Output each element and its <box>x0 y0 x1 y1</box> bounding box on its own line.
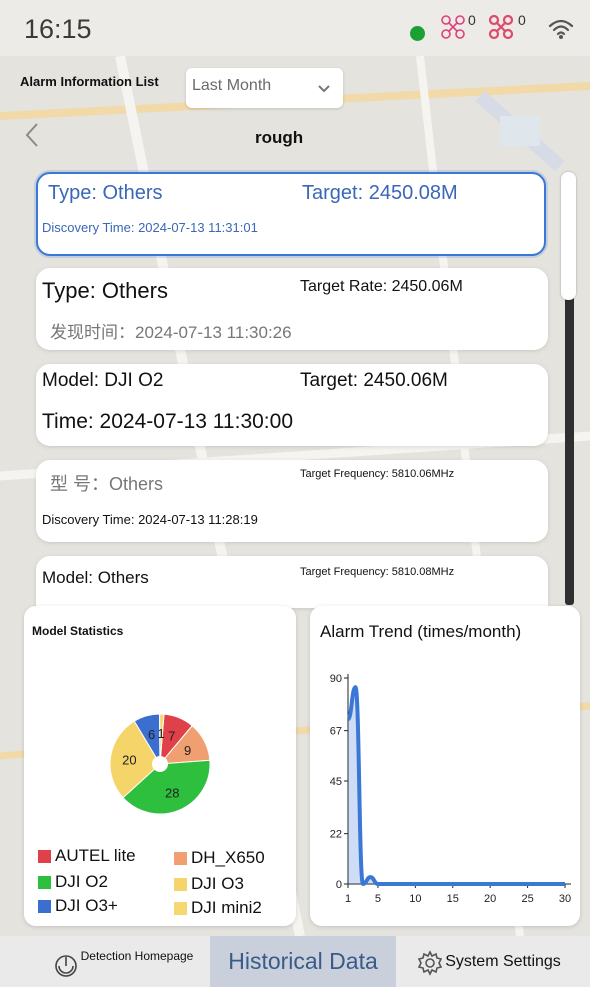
pie-slice-label: 28 <box>165 785 179 800</box>
list-subtitle: rough <box>255 128 304 147</box>
legend-label: DJI mini2 <box>191 898 262 917</box>
legend-item: DJI O3+ <box>38 896 118 916</box>
nav-history-label: Historical Data <box>228 948 378 974</box>
period-dropdown[interactable]: Last Month <box>186 68 343 108</box>
alarm-time: Discovery Time: 2024-07-13 11:31:01 <box>42 220 258 235</box>
legend-item: DH_X650 <box>174 848 265 868</box>
y-tick-label: 67 <box>330 726 342 738</box>
legend-label: AUTEL lite <box>55 846 136 865</box>
x-tick-label: 10 <box>409 893 421 905</box>
legend-item: DJI O3 <box>174 874 244 894</box>
nav-detection-homepage[interactable]: Detection Homepage <box>34 936 212 987</box>
y-tick-label: 22 <box>330 829 342 841</box>
alarm-trend-chart: 0224567901 5 10 15 20 25 30 <box>330 673 571 905</box>
alarm-type: 型 号：Others <box>50 474 164 494</box>
legend-item: DJI O2 <box>38 872 108 892</box>
alarm-time: Time: 2024-07-13 11:30:00 <box>42 410 293 433</box>
legend-item: DJI mini2 <box>174 898 262 918</box>
legend-swatch <box>38 899 51 913</box>
alarm-type: Model: DJI O2 <box>42 370 164 391</box>
scrollbar-thumb[interactable] <box>561 172 576 300</box>
wifi-icon <box>548 18 574 43</box>
pie-slice-label: 1 <box>157 726 164 741</box>
pie-slice-label: 7 <box>168 728 175 743</box>
alarm-time: Discovery Time: 2024-07-13 11:28:19 <box>42 512 258 527</box>
alarm-target: Target Frequency: 5810.06MHz <box>300 468 455 480</box>
model-statistics-panel: Model Statistics 7 9 28 20 6 1 AUTEL lite DH_X… <box>24 606 296 926</box>
alarm-card[interactable]: Model: DJI O2 Target: 2450.06M Time: 202… <box>36 364 548 446</box>
y-tick-label: 0 <box>336 879 342 891</box>
nav-detection-label: Detection Homepage <box>80 948 194 963</box>
alarm-type: Type: Others <box>48 182 163 204</box>
pie-center-hole <box>152 756 168 772</box>
y-tick-label: 45 <box>330 776 342 788</box>
drone-count-a: 0 <box>468 12 476 28</box>
alarm-card[interactable]: Model: Others Target Frequency: 5810.08M… <box>36 556 548 608</box>
legend-swatch <box>38 849 51 863</box>
alarm-time: 发现时间：2024-07-13 11:30:26 <box>50 323 292 342</box>
alarm-card[interactable]: Type: Others Target Rate: 2450.06M 发现时间：… <box>36 268 548 350</box>
model-statistics-title: Model Statistics <box>32 624 124 638</box>
alarm-target: Target Frequency: 5810.08MHz <box>300 566 455 578</box>
alarm-target: Target: 2450.08M <box>302 182 458 204</box>
alarm-card[interactable]: Type: Others Target: 2450.08M Discovery … <box>36 172 546 256</box>
nav-system-settings[interactable]: System Settings <box>404 936 574 987</box>
alarm-trend-panel: Alarm Trend (times/month) 0 22 45 67 90 1 5 10 1… <box>310 606 580 926</box>
x-tick-label: 5 <box>375 893 381 905</box>
x-tick-label: 25 <box>521 893 533 905</box>
chevron-down-icon <box>317 80 331 96</box>
legend-label: DJI O2 <box>55 872 108 891</box>
radar-icon <box>53 953 79 984</box>
trend-area <box>348 687 565 884</box>
back-arrow-icon[interactable] <box>24 122 40 155</box>
drone-count-b: 0 <box>518 12 526 28</box>
status-bar: 16:15 0 0 <box>0 0 590 56</box>
y-tick-label: 90 <box>330 673 342 685</box>
x-tick-label: 1 <box>345 893 351 905</box>
alarm-target: Target Rate: 2450.06M <box>300 278 463 295</box>
legend-label: DH_X650 <box>191 848 265 867</box>
alarm-list-title: Alarm Information List <box>20 74 159 89</box>
legend-swatch <box>174 877 187 891</box>
gear-icon <box>417 950 443 981</box>
nav-historical-data[interactable]: Historical Data <box>210 936 396 987</box>
alarm-target: Target: 2450.06M <box>300 370 448 391</box>
clock: 16:15 <box>24 14 92 44</box>
period-value: Last Month <box>192 77 272 94</box>
legend-label: DJI O3+ <box>55 896 118 915</box>
alarm-card[interactable]: 型 号：Others Target Frequency: 5810.06MHz … <box>36 460 548 542</box>
legend-item: AUTEL lite <box>38 846 136 866</box>
x-tick-label: 15 <box>447 893 459 905</box>
alarm-type: Model: Others <box>42 568 149 587</box>
trend-line <box>346 685 565 886</box>
alarm-type: Type: Others <box>42 278 168 303</box>
bottom-navigation: Detection Homepage Historical Data Syste… <box>0 936 590 987</box>
nav-settings-label: System Settings <box>445 952 561 970</box>
drone-alert-icon <box>488 14 516 43</box>
x-tick-label: 30 <box>559 893 571 905</box>
drone-icon <box>440 14 466 43</box>
pie-slice-label: 20 <box>122 752 136 767</box>
connection-indicator <box>410 26 425 41</box>
pie-slice-label: 9 <box>184 743 191 758</box>
pie-slice-label: 6 <box>148 727 155 742</box>
x-tick-label: 20 <box>484 893 496 905</box>
legend-label: DJI O3 <box>191 874 244 893</box>
legend-swatch <box>38 875 51 889</box>
legend-swatch <box>174 901 187 915</box>
legend-swatch <box>174 851 187 865</box>
